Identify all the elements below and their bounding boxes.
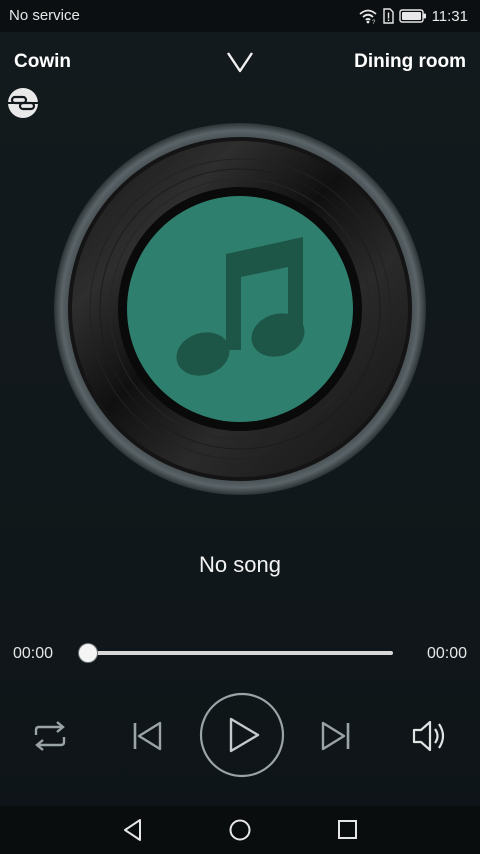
link-button[interactable] — [6, 86, 40, 120]
album-art-disc — [53, 122, 427, 496]
volume-button[interactable] — [408, 714, 454, 758]
battery-icon — [398, 9, 426, 23]
song-title: No song — [199, 552, 281, 577]
collapse-button[interactable] — [222, 45, 258, 77]
clock-text: 11:31 — [431, 7, 468, 25]
play-button[interactable] — [199, 692, 285, 778]
back-icon — [124, 819, 141, 841]
device-name[interactable]: Cowin — [14, 51, 71, 73]
chevron-down-icon — [227, 52, 253, 73]
skip-next-icon — [321, 721, 350, 751]
progress-thumb[interactable] — [78, 643, 98, 663]
sim-alert-icon — [382, 8, 394, 24]
music-player-screen: No service ? 11:31 Cowin Dining room No … — [0, 0, 480, 854]
nav-back-button[interactable] — [118, 816, 148, 844]
wifi-icon: ? — [358, 9, 377, 24]
play-icon — [199, 692, 285, 778]
total-time: 00:00 — [426, 645, 467, 662]
carrier-text: No service — [9, 7, 80, 24]
next-button[interactable] — [313, 714, 357, 758]
volume-icon — [412, 720, 445, 752]
nav-home-button[interactable] — [225, 816, 255, 844]
nav-recent-button[interactable] — [332, 816, 362, 844]
current-time: 00:00 — [13, 645, 54, 662]
room-name[interactable]: Dining room — [354, 51, 466, 73]
previous-button[interactable] — [126, 714, 170, 758]
header: Cowin Dining room — [0, 40, 480, 84]
progress-bar[interactable] — [88, 651, 393, 655]
status-icons: ? 11:31 — [358, 5, 468, 27]
repeat-button[interactable] — [28, 716, 72, 756]
svg-text:?: ? — [372, 20, 376, 24]
repeat-icon — [34, 721, 66, 751]
recent-apps-icon — [338, 820, 357, 839]
navigation-bar — [0, 806, 480, 854]
status-bar: No service ? 11:31 — [0, 0, 480, 32]
home-icon — [229, 819, 251, 841]
link-icon — [8, 88, 38, 118]
skip-previous-icon — [133, 721, 162, 751]
